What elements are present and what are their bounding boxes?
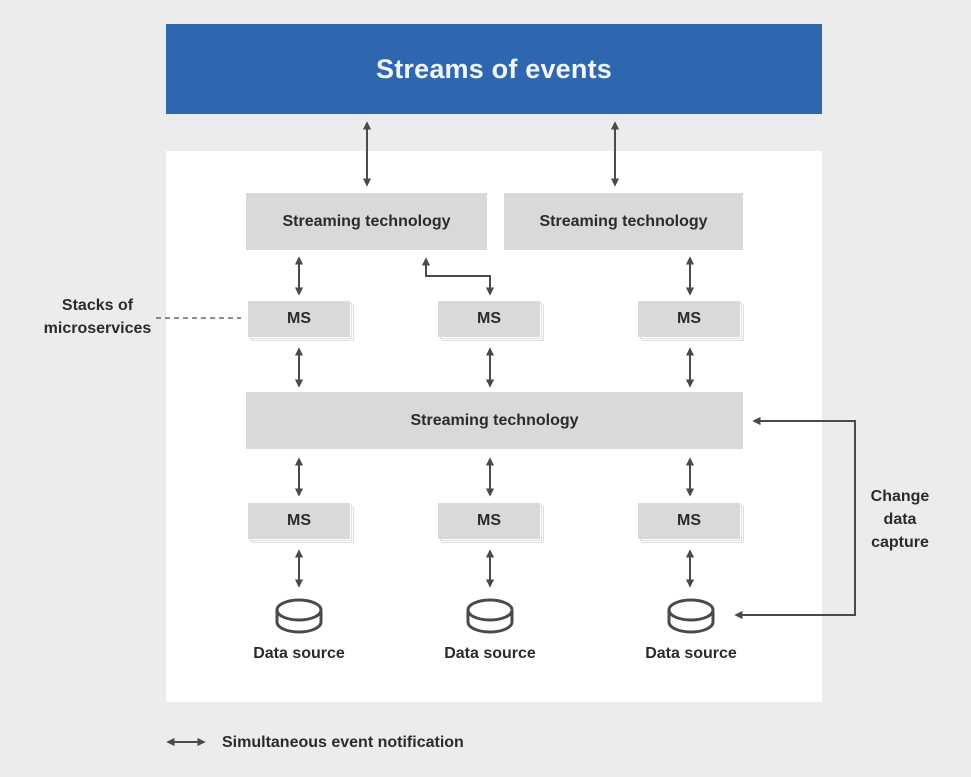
data-source-label: Data source xyxy=(444,645,536,662)
microservice-stack: MS xyxy=(248,503,354,543)
annotation-line: Stacks of xyxy=(61,297,134,314)
microservice-stack: MS xyxy=(248,301,354,341)
ms-label: MS xyxy=(438,301,540,337)
ms-label: MS xyxy=(638,503,740,539)
legend-label: Simultaneous event notification xyxy=(222,734,464,751)
streams-of-events-banner: Streams of events xyxy=(166,24,822,114)
annotation-line: Change xyxy=(870,488,930,505)
streaming-technology-middle: Streaming technology xyxy=(246,392,743,449)
microservice-stack: MS xyxy=(638,301,744,341)
change-data-capture-annotation: Change data capture xyxy=(856,485,944,554)
streaming-technology-label: Streaming technology xyxy=(410,411,579,429)
ms-label: MS xyxy=(638,301,740,337)
annotation-line: microservices xyxy=(43,320,152,337)
microservice-stack: MS xyxy=(438,503,544,543)
streaming-technology-label: Streaming technology xyxy=(282,212,451,230)
stacks-of-microservices-annotation: Stacks of microservices xyxy=(30,294,165,340)
data-source-label: Data source xyxy=(253,645,345,662)
data-source-label: Data source xyxy=(645,645,737,662)
microservice-stack: MS xyxy=(638,503,744,543)
streaming-technology-label: Streaming technology xyxy=(539,212,708,230)
banner-title: Streams of events xyxy=(376,53,612,84)
ms-label: MS xyxy=(248,503,350,539)
streaming-technology-top-left: Streaming technology xyxy=(246,193,487,250)
streaming-technology-top-right: Streaming technology xyxy=(504,193,743,250)
ms-label: MS xyxy=(248,301,350,337)
microservice-stack: MS xyxy=(438,301,544,341)
annotation-line: capture xyxy=(871,534,929,551)
ms-label: MS xyxy=(438,503,540,539)
annotation-line: data xyxy=(883,511,917,528)
